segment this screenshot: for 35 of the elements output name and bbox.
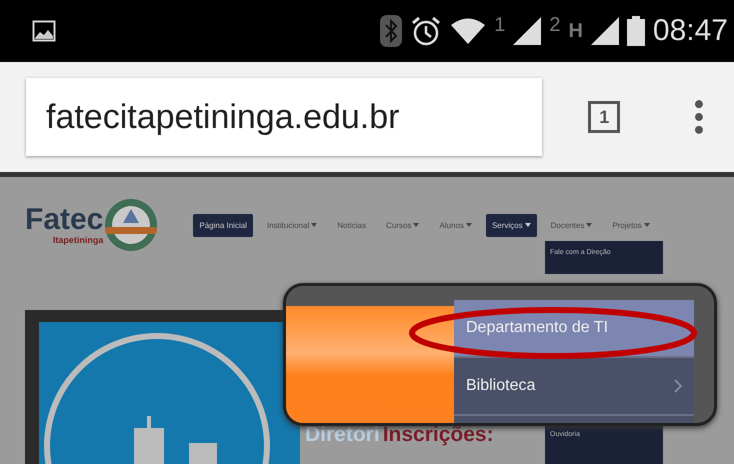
menu-item[interactable]: Biblioteca bbox=[454, 358, 694, 416]
menu-icon[interactable] bbox=[694, 99, 704, 135]
nav-link[interactable]: Notícias bbox=[331, 214, 372, 236]
signal-icon bbox=[513, 17, 542, 45]
network-type: H bbox=[568, 20, 583, 42]
caret-icon bbox=[466, 223, 472, 227]
caret-icon bbox=[524, 223, 531, 227]
alarm-clock-icon bbox=[410, 15, 442, 47]
banner-heading: Diretori bbox=[305, 423, 380, 447]
bluetooth-icon bbox=[380, 15, 402, 47]
tab-switcher-button[interactable]: 1 bbox=[588, 101, 620, 133]
battery-icon bbox=[626, 16, 645, 46]
caret-icon bbox=[644, 223, 650, 227]
caret-icon bbox=[413, 223, 420, 227]
sim-label: 1 bbox=[494, 14, 506, 36]
nav-link[interactable]: Docentes bbox=[544, 214, 598, 236]
nav-link[interactable]: Alunos bbox=[433, 214, 478, 236]
sim-label: 2 bbox=[549, 14, 560, 36]
address-bar[interactable]: fatecitapetininga.edu.br bbox=[26, 78, 542, 156]
logo-subtitle: Itapetininga bbox=[52, 235, 104, 245]
caret-icon bbox=[311, 223, 318, 227]
clock-time: 08:47 bbox=[652, 14, 728, 48]
banner-heading: Inscrições: bbox=[382, 423, 494, 447]
signal-icon bbox=[590, 17, 619, 45]
image-icon bbox=[32, 20, 56, 42]
nav-link[interactable]: Página Inicial bbox=[193, 214, 253, 236]
caret-icon bbox=[586, 223, 592, 227]
chevron-right-icon bbox=[674, 379, 682, 393]
seal-icon bbox=[103, 197, 160, 253]
logo-text: Fatec bbox=[25, 205, 104, 235]
nav-link[interactable]: Institucional bbox=[260, 214, 324, 236]
nav-link[interactable]: Projetos bbox=[606, 214, 656, 236]
wifi-icon bbox=[450, 16, 486, 46]
nav-link[interactable]: Cursos bbox=[380, 214, 426, 236]
nav-link[interactable]: Serviços bbox=[486, 214, 537, 236]
